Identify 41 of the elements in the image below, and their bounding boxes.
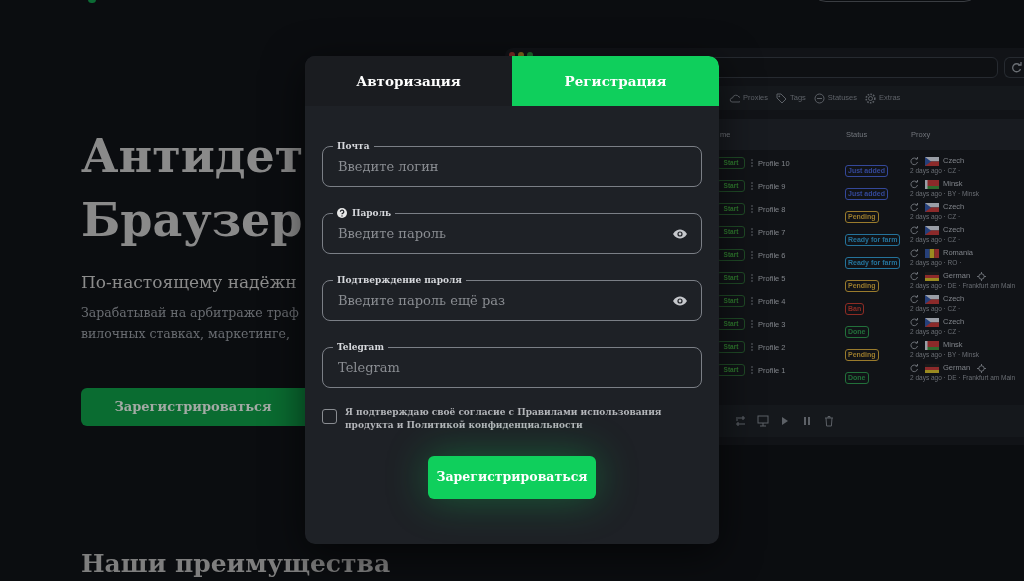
hero-description: вилочных ставках, маркетинге,	[81, 324, 290, 343]
reload-button[interactable]	[1004, 56, 1024, 78]
gear-icon	[865, 92, 877, 104]
section-title: Наши преимущества	[81, 548, 391, 578]
register-button[interactable]: Зарегистрироваться	[81, 387, 305, 426]
flag-icon	[925, 202, 939, 212]
reload-icon	[1011, 61, 1022, 73]
refresh-icon	[910, 156, 919, 166]
refresh-icon	[910, 202, 919, 212]
refresh-icon	[910, 340, 919, 350]
flag-icon	[925, 363, 939, 373]
checkbox[interactable]	[322, 409, 337, 424]
flag-icon	[925, 179, 939, 189]
flag-icon	[925, 340, 939, 350]
submit-button[interactable]: Зарегистрироваться	[428, 456, 596, 499]
flag-icon	[925, 317, 939, 327]
dialog-tab[interactable]: Регистрация	[512, 56, 719, 106]
refresh-icon	[910, 294, 919, 304]
tag-icon	[776, 92, 787, 104]
refresh-icon	[910, 271, 919, 281]
pause-icon	[801, 415, 813, 427]
trash-icon	[823, 415, 835, 427]
flag-icon	[925, 156, 939, 166]
refresh-icon	[910, 248, 919, 258]
refresh-icon	[910, 317, 919, 327]
hero-title: Браузер	[81, 192, 303, 249]
refresh-icon	[910, 225, 919, 235]
cloud-icon	[729, 92, 740, 104]
consent-text: Я подтверждаю своё согласие с Правилами использования продукта и Политикой конфиденциальности	[345, 406, 663, 432]
refresh-icon	[910, 363, 919, 373]
flag-icon	[925, 271, 939, 281]
dialog-tab[interactable]: Авторизация	[305, 56, 512, 106]
hero-title: Антидет	[81, 128, 304, 185]
flag-icon	[925, 248, 939, 258]
flag-icon	[925, 294, 939, 304]
hero-description: Зарабатывай на арбитраже траф	[81, 303, 299, 322]
monitor-icon	[757, 415, 769, 427]
hero-subtitle: По-настоящему надёжн	[81, 271, 297, 294]
circle-icon	[813, 92, 825, 104]
refresh-icon	[910, 179, 919, 189]
flag-icon	[925, 225, 939, 235]
